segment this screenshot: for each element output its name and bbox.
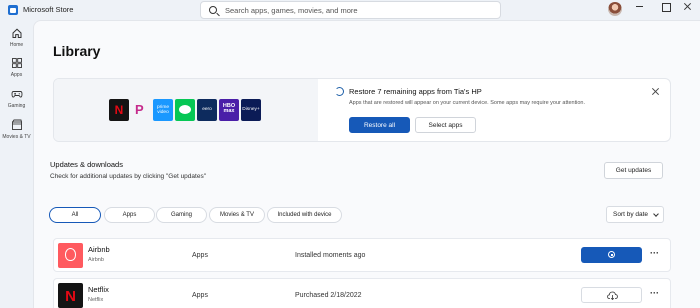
updates-subtext: Check for additional updates by clicking… [50,173,207,180]
cloud-download-icon [607,291,618,300]
filter-movies-tv[interactable]: Movies & TV [209,207,265,223]
filter-all[interactable]: All [49,207,101,223]
app-status: Purchased 2/18/2022 [295,292,362,299]
restore-title: Restore 7 remaining apps from Tia's HP [349,87,482,96]
hbo-max-tile-text: HBO max [222,103,236,114]
sidebar-item-label: Apps [10,72,23,78]
sidebar-item-gaming[interactable]: Gaming [0,88,33,118]
chevron-down-icon [653,211,659,217]
maximize-button[interactable] [654,0,678,14]
search-input[interactable] [225,5,500,15]
hbo-max-tile-icon: HBO max [219,99,239,121]
netflix-logo-icon [58,283,83,308]
sidebar: Home Apps Gaming Movies & TV [0,20,33,308]
restore-description: Apps that are restored will appear on yo… [349,100,586,106]
line-tile-icon [175,99,195,121]
stop-download-button[interactable] [581,247,642,263]
disney-plus-tile-text: Disney+ [242,107,260,112]
filter-included-with-device[interactable]: Included with device [267,207,342,223]
sidebar-item-home[interactable]: Home [0,27,33,57]
home-icon [12,28,21,38]
eero-tile-text: eero [202,107,212,112]
search-box[interactable] [200,1,501,19]
paramount-tile-icon [133,99,153,121]
store-logo-icon [8,5,18,15]
restore-all-button[interactable]: Restore all [349,117,410,133]
app-status: Installed moments ago [295,252,366,259]
app-title: Microsoft Store [23,5,74,14]
prime-video-tile-icon: prime video [153,99,173,121]
gaming-icon [11,91,22,98]
sidebar-item-label: Home [9,42,24,48]
stop-icon [608,251,615,258]
avatar[interactable] [608,2,622,16]
more-options-icon[interactable]: ··· [650,289,662,298]
airbnb-logo-icon [58,243,83,268]
app-category: Apps [192,292,208,299]
movies-tv-icon [11,119,22,130]
disney-plus-tile-icon: Disney+ [241,99,261,121]
select-apps-button[interactable]: Select apps [415,117,476,133]
restore-sync-icon [335,87,344,96]
app-name: Airbnb [88,245,110,254]
page-title: Library [53,43,101,59]
sidebar-item-label: Movies & TV [2,134,31,140]
app-category: Apps [192,252,208,259]
close-window-button[interactable] [676,0,700,14]
get-updates-button[interactable]: Get updates [604,162,663,179]
table-row[interactable]: Netflix Netflix Apps Purchased 2/18/2022… [53,278,671,308]
sort-label: Sort by date [613,211,649,218]
title-bar: Microsoft Store [0,0,700,20]
updates-heading: Updates & downloads [50,160,123,169]
restore-app-tiles: prime video eero HBO max Disney+ [54,79,318,141]
prime-video-tile-text: prime video [157,105,169,115]
apps-icon [11,58,22,68]
install-button[interactable] [581,287,642,303]
main-content: Library prime video eero HBO max Disney+… [33,20,700,308]
search-icon [209,6,217,14]
more-options-icon[interactable]: ··· [650,249,662,258]
minimize-button[interactable] [628,0,652,14]
app-name: Netflix [88,285,109,294]
sidebar-item-label: Gaming [7,103,26,109]
app-publisher: Airbnb [88,257,104,263]
sidebar-item-movies-tv[interactable]: Movies & TV [0,119,33,149]
filter-apps[interactable]: Apps [104,207,155,223]
filter-gaming[interactable]: Gaming [156,207,207,223]
sort-dropdown[interactable]: Sort by date [606,206,664,223]
sidebar-item-apps[interactable]: Apps [0,57,33,87]
table-row[interactable]: Airbnb Airbnb Apps Installed moments ago… [53,238,671,272]
close-icon[interactable] [651,87,660,96]
netflix-tile-icon [109,99,129,121]
app-publisher: Netflix [88,297,104,303]
eero-tile-icon: eero [197,99,217,121]
restore-card: prime video eero HBO max Disney+ Restore… [53,78,671,142]
